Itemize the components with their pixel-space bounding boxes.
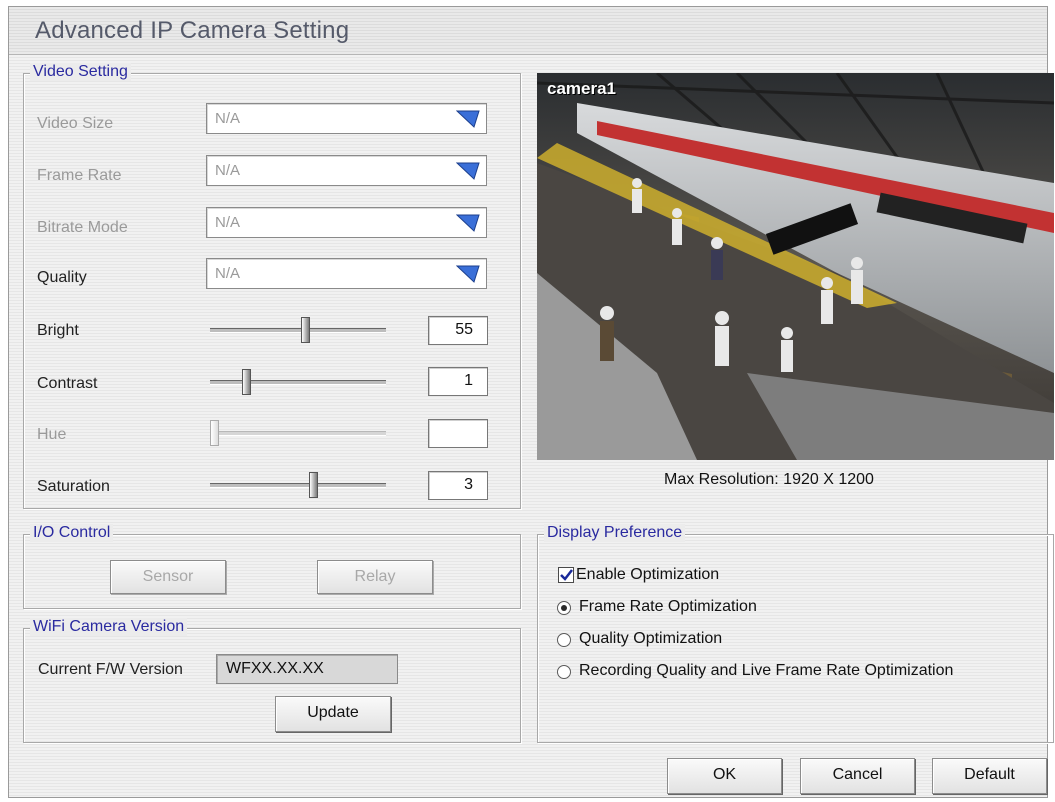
bright-slider-thumb[interactable] [301,317,310,343]
video-size-label: Video Size [37,115,114,132]
ok-button[interactable]: OK [667,758,782,794]
chevron-down-icon[interactable] [456,265,480,283]
recording-quality-optimization-radio[interactable] [557,665,571,679]
chevron-down-icon[interactable] [456,162,480,180]
fw-version-field: WFXX.XX.XX [216,654,398,684]
wifi-camera-version-group: WiFi Camera Version Current F/W Version … [23,618,521,743]
io-control-legend: I/O Control [30,524,114,542]
bitrate-mode-label: Bitrate Mode [37,219,128,236]
quality-optimization-radio[interactable] [557,633,571,647]
bright-value-field[interactable]: 55 [428,316,488,345]
video-size-value: N/A [215,110,241,127]
bitrate-mode-combo[interactable]: N/A [206,207,487,238]
chevron-down-icon[interactable] [456,110,480,128]
display-preference-group: Display Preference Enable Optimization F… [537,524,1054,743]
frame-rate-optimization-label[interactable]: Frame Rate Optimization [579,598,757,616]
saturation-label: Saturation [37,478,110,495]
hue-label: Hue [37,426,67,443]
camera-preview[interactable]: camera1 [537,73,1054,460]
default-button[interactable]: Default [932,758,1047,794]
video-size-combo[interactable]: N/A [206,103,487,134]
io-control-group: I/O Control Sensor Relay [23,524,521,609]
hue-value-field [428,419,488,448]
bright-slider-track[interactable] [210,328,386,333]
display-preference-legend: Display Preference [544,524,686,542]
wifi-camera-version-legend: WiFi Camera Version [30,618,188,636]
quality-value: N/A [215,265,241,282]
sensor-button[interactable]: Sensor [110,560,226,594]
max-resolution-text: Max Resolution: 1920 X 1200 [664,471,874,488]
enable-optimization-label[interactable]: Enable Optimization [576,566,719,584]
contrast-slider-thumb[interactable] [242,369,251,395]
enable-optimization-checkbox[interactable] [558,567,574,583]
bright-label: Bright [37,322,79,339]
bitrate-mode-value: N/A [215,214,241,231]
saturation-slider-track[interactable] [210,483,386,488]
checkmark-icon [560,569,573,581]
saturation-slider-thumb[interactable] [309,472,318,498]
title-bar: Advanced IP Camera Setting [9,7,1047,55]
video-setting-group: Video Setting Video Size N/A Frame Rate … [23,63,521,509]
fw-version-label: Current F/W Version [38,661,183,678]
frame-rate-optimization-radio[interactable] [557,601,571,615]
recording-quality-optimization-label[interactable]: Recording Quality and Live Frame Rate Op… [579,662,953,680]
quality-combo[interactable]: N/A [206,258,487,289]
contrast-slider-track[interactable] [210,380,386,385]
video-setting-legend: Video Setting [30,63,131,81]
advanced-ip-camera-setting-window: Advanced IP Camera Setting Video Setting… [8,6,1054,798]
hue-slider-track [210,431,386,436]
update-button[interactable]: Update [275,696,391,732]
window-title: Advanced IP Camera Setting [35,17,350,44]
frame-rate-label: Frame Rate [37,167,122,184]
relay-button[interactable]: Relay [317,560,433,594]
preview-image [537,73,1054,460]
chevron-down-icon[interactable] [456,214,480,232]
camera-name-overlay: camera1 [547,79,617,98]
hue-slider-thumb [210,420,219,446]
frame-rate-value: N/A [215,162,241,179]
fw-version-value: WFXX.XX.XX [226,660,324,677]
saturation-value-field[interactable]: 3 [428,471,488,500]
contrast-label: Contrast [37,375,98,392]
quality-optimization-label[interactable]: Quality Optimization [579,630,722,648]
cancel-button[interactable]: Cancel [800,758,915,794]
frame-rate-combo[interactable]: N/A [206,155,487,186]
quality-label: Quality [37,269,87,286]
contrast-value-field[interactable]: 1 [428,367,488,396]
